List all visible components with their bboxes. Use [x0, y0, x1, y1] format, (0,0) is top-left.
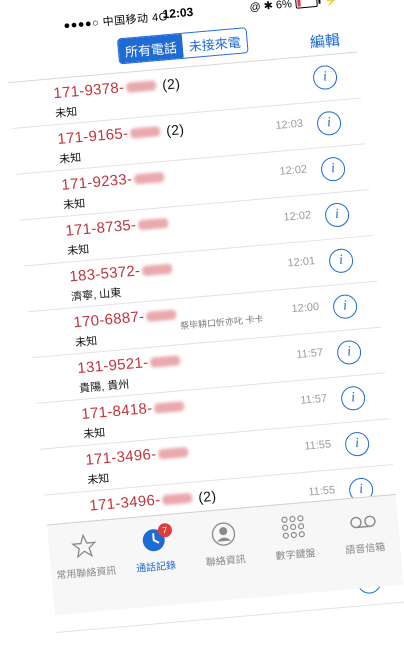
redacted-digits [161, 492, 193, 505]
segment-all-calls[interactable]: 所有電話 [117, 33, 184, 64]
edit-button[interactable]: 編輯 [309, 29, 341, 53]
redacted-digits [153, 400, 185, 414]
caller-number: 183-5372- [68, 259, 179, 286]
info-icon[interactable]: i [340, 385, 367, 412]
caller-number-text: 171-9165- [56, 124, 130, 149]
call-time: 12:01 [287, 255, 316, 270]
redacted-digits [145, 308, 177, 322]
battery-icon [295, 0, 319, 9]
info-icon[interactable]: i [336, 339, 363, 366]
caller-number: 171-9378- (2) [52, 74, 181, 103]
redacted-digits [129, 125, 161, 139]
redacted-digits [149, 354, 181, 368]
tab-keypad[interactable]: 數字鍵盤 [257, 511, 331, 564]
caller-number-text: 171-8418- [80, 399, 154, 423]
tab-recents[interactable]: 7 通話記錄 [118, 522, 192, 576]
call-time: 12:02 [283, 209, 312, 224]
call-count: (2) [165, 120, 185, 139]
charging-icon: ⚡ [324, 0, 339, 8]
caller-number-text: 170-6887- [72, 308, 146, 332]
call-time: 11:57 [295, 346, 324, 362]
tab-label: 語音信箱 [344, 542, 386, 557]
battery-tip [318, 0, 321, 4]
caller-number-text: 131-9521- [76, 354, 150, 378]
caller-number: 171-9233- [60, 167, 171, 194]
caller-number: 170-6887- [73, 305, 183, 331]
info-icon[interactable]: i [316, 110, 343, 137]
caller-location: 未知 [58, 152, 82, 166]
tab-favorites[interactable]: 常用聯絡資訊 [48, 529, 122, 582]
caller-number-text: 171-3496- [88, 491, 162, 515]
tab-label: 數字鍵盤 [275, 548, 317, 563]
caller-location: 未知 [74, 335, 98, 350]
info-icon[interactable]: i [320, 156, 347, 183]
redacted-digits [125, 79, 157, 93]
caller-location: 未知 [54, 106, 78, 121]
phone-screen: ●●●●○ 中国移动 4G 12:03 @ ✱ 6% ⚡ 所有電話 未接來電 編… [2, 0, 404, 654]
tab-voicemail[interactable]: 語音信箱 [327, 505, 401, 558]
caller-location: 未知 [66, 243, 90, 258]
caller-number-text: 183-5372- [68, 262, 142, 286]
info-icon[interactable]: i [344, 431, 371, 458]
redacted-digits [137, 217, 169, 230]
tab-contacts[interactable]: 聯絡資訊 [187, 517, 261, 570]
call-time: 11:55 [307, 484, 336, 499]
call-time: 12:02 [279, 163, 308, 178]
caller-number-text: 171-9378- [52, 79, 126, 103]
redacted-digits [141, 263, 173, 276]
caller-location: 濟寧, 山東 [70, 287, 122, 304]
tab-label: 聯絡資訊 [205, 554, 247, 569]
status-icons-label: @ ✱ 6% [249, 0, 293, 14]
voicemail-icon [327, 505, 399, 539]
call-time: 12:00 [291, 300, 320, 316]
caller-number: 171-3496- [84, 442, 195, 469]
info-icon[interactable]: i [332, 293, 359, 320]
caller-location: 貴陽, 貴州 [78, 378, 130, 396]
recents-badge: 7 [157, 522, 173, 538]
caller-number: 171-8735- [64, 213, 175, 240]
caller-number-text: 171-9233- [60, 170, 134, 194]
info-icon[interactable]: i [324, 201, 351, 228]
caller-number-text: 171-3496- [84, 445, 158, 469]
redacted-digits [133, 171, 165, 185]
caller-number: 171-8418- [81, 397, 191, 423]
caller-number-text: 171-8735- [64, 216, 138, 240]
star-icon [48, 529, 120, 563]
redacted-digits [157, 446, 189, 459]
caller-location: 未知 [86, 472, 110, 487]
call-count: (2) [197, 487, 217, 505]
keypad-icon [257, 511, 329, 545]
call-time: 12:03 [275, 117, 304, 132]
tab-label: 常用聯絡資訊 [56, 565, 117, 582]
call-filter-segmented: 所有電話 未接來電 [116, 27, 249, 65]
caller-number: 171-9165- (2) [56, 120, 185, 149]
call-count: (2) [161, 74, 181, 93]
call-time: 11:55 [303, 438, 332, 453]
info-icon[interactable]: i [312, 64, 339, 91]
caller-number: 131-9521- [77, 351, 187, 377]
segment-missed-calls[interactable]: 未接來電 [181, 28, 248, 58]
tab-label: 通話記錄 [135, 560, 177, 575]
clock-icon: 7 [118, 522, 190, 557]
caller-location: 未知 [82, 427, 106, 441]
call-time: 11:57 [299, 392, 328, 407]
contact-icon [187, 517, 259, 551]
info-icon[interactable]: i [328, 247, 355, 274]
watermark-text: 祭毕耕口忻亦叱 卡卡 [179, 313, 264, 332]
caller-location: 未知 [62, 197, 86, 212]
